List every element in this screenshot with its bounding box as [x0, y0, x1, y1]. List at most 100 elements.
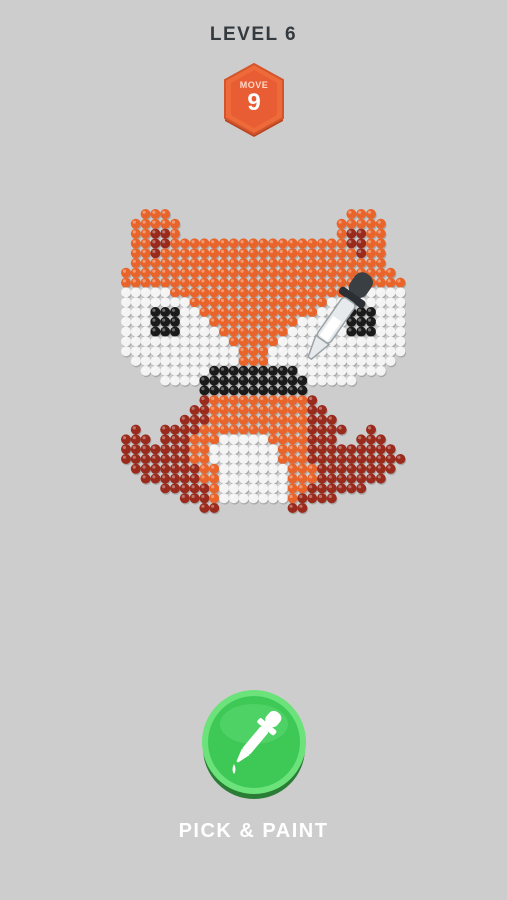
bead-orange[interactable]	[228, 258, 239, 268]
bead-orange[interactable]	[238, 258, 249, 268]
bead-white[interactable]	[160, 336, 171, 347]
bead-white[interactable]	[385, 326, 396, 337]
bead-dark_red[interactable]	[375, 473, 386, 484]
bead-white[interactable]	[248, 444, 259, 455]
bead-white[interactable]	[268, 454, 278, 464]
bead-dark_red[interactable]	[356, 454, 367, 464]
bead-orange[interactable]	[170, 267, 180, 278]
bead-white[interactable]	[258, 493, 269, 504]
bead-orange[interactable]	[258, 316, 269, 327]
bead-orange[interactable]	[189, 444, 200, 455]
bead-orange[interactable]	[189, 454, 200, 464]
bead-white[interactable]	[385, 316, 396, 327]
bead-white[interactable]	[189, 316, 200, 327]
bead-white[interactable]	[268, 444, 278, 455]
bead-orange[interactable]	[238, 395, 249, 406]
bead-white[interactable]	[228, 356, 239, 366]
bead-orange[interactable]	[140, 248, 151, 259]
bead-dark_red[interactable]	[346, 444, 357, 455]
bead-dark_red[interactable]	[287, 503, 298, 513]
bead-dark_red[interactable]	[121, 454, 131, 464]
bead-orange[interactable]	[160, 248, 171, 259]
bead-dark_red[interactable]	[317, 463, 327, 474]
bead-orange[interactable]	[130, 258, 141, 268]
bead-white[interactable]	[268, 473, 278, 484]
bead-orange[interactable]	[130, 218, 141, 229]
bead-orange[interactable]	[287, 424, 298, 435]
bead-orange[interactable]	[209, 267, 220, 278]
bead-dark_red[interactable]	[189, 493, 200, 504]
bead-dark_red[interactable]	[140, 444, 151, 455]
bead-dark_red[interactable]	[346, 463, 357, 474]
bead-dark_red[interactable]	[170, 483, 180, 494]
bead-white[interactable]	[277, 463, 288, 474]
bead-white[interactable]	[150, 346, 161, 357]
bead-dark_red[interactable]	[346, 473, 357, 484]
bead-white[interactable]	[219, 454, 229, 464]
bead-white[interactable]	[189, 307, 200, 317]
bead-white[interactable]	[160, 365, 171, 376]
bead-white[interactable]	[209, 336, 220, 347]
bead-dark_red[interactable]	[366, 454, 376, 464]
bead-orange[interactable]	[297, 424, 308, 435]
bead-white[interactable]	[228, 483, 239, 494]
bead-orange[interactable]	[228, 336, 239, 347]
bead-orange[interactable]	[375, 218, 386, 229]
bead-white[interactable]	[130, 356, 141, 366]
bead-white[interactable]	[170, 375, 180, 386]
bead-white[interactable]	[219, 434, 229, 445]
bead-orange[interactable]	[228, 395, 239, 406]
bead-orange[interactable]	[268, 434, 278, 445]
bead-white[interactable]	[199, 356, 210, 366]
bead-black[interactable]	[248, 365, 259, 376]
bead-orange[interactable]	[228, 316, 239, 327]
bead-orange[interactable]	[170, 218, 180, 229]
bead-white[interactable]	[179, 365, 190, 376]
bead-orange[interactable]	[199, 258, 210, 268]
bead-black[interactable]	[258, 365, 269, 376]
bead-black[interactable]	[209, 365, 220, 376]
bead-orange[interactable]	[346, 248, 357, 259]
bead-white[interactable]	[170, 346, 180, 357]
bead-orange[interactable]	[307, 473, 318, 484]
bead-orange[interactable]	[356, 209, 367, 219]
bead-white[interactable]	[199, 316, 210, 327]
bead-orange[interactable]	[121, 267, 131, 278]
bead-white[interactable]	[170, 365, 180, 376]
bead-orange[interactable]	[160, 277, 171, 288]
bead-orange[interactable]	[209, 287, 220, 298]
bead-orange[interactable]	[336, 248, 347, 259]
bead-orange[interactable]	[219, 414, 229, 425]
bead-orange[interactable]	[140, 277, 151, 288]
bead-dark_red[interactable]	[179, 444, 190, 455]
bead-orange[interactable]	[258, 238, 269, 249]
bead-orange[interactable]	[317, 248, 327, 259]
bead-white[interactable]	[219, 346, 229, 357]
bead-dark_red[interactable]	[366, 473, 376, 484]
bead-orange[interactable]	[297, 454, 308, 464]
bead-dark_red[interactable]	[121, 434, 131, 445]
bead-dark_red[interactable]	[395, 454, 406, 464]
bead-white[interactable]	[130, 287, 141, 298]
bead-black[interactable]	[277, 365, 288, 376]
bead-orange[interactable]	[160, 267, 171, 278]
bead-orange[interactable]	[209, 297, 220, 308]
bead-dark_red[interactable]	[336, 483, 347, 494]
bead-orange[interactable]	[297, 395, 308, 406]
bead-orange[interactable]	[228, 287, 239, 298]
bead-orange[interactable]	[199, 463, 210, 474]
bead-white[interactable]	[277, 473, 288, 484]
bead-white[interactable]	[395, 346, 406, 357]
bead-orange[interactable]	[277, 444, 288, 455]
bead-orange[interactable]	[228, 326, 239, 337]
bead-orange[interactable]	[209, 405, 220, 415]
bead-orange[interactable]	[209, 473, 220, 484]
bead-dark_red[interactable]	[317, 414, 327, 425]
bead-white[interactable]	[189, 365, 200, 376]
bead-orange[interactable]	[130, 267, 141, 278]
bead-dark_red[interactable]	[317, 454, 327, 464]
bead-dark_red[interactable]	[385, 463, 396, 474]
bead-orange[interactable]	[346, 209, 357, 219]
bead-orange[interactable]	[189, 267, 200, 278]
bead-orange[interactable]	[199, 238, 210, 249]
